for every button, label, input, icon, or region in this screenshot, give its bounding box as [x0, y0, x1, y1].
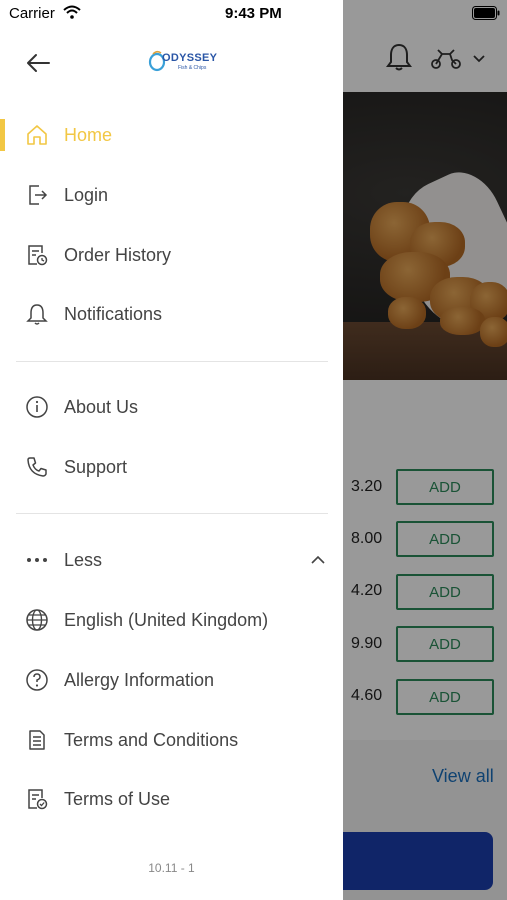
- menu-item-home[interactable]: Home: [0, 110, 343, 160]
- menu-item-order-history[interactable]: Order History: [0, 230, 343, 280]
- menu-item-label: About Us: [64, 396, 139, 417]
- battery-icon: [472, 6, 500, 20]
- menu-item-login[interactable]: Login: [0, 170, 343, 220]
- menu-item-about-us[interactable]: About Us: [0, 382, 343, 432]
- menu-item-label: Support: [64, 456, 128, 477]
- menu-item-language[interactable]: English (United Kingdom): [0, 595, 343, 645]
- clock: 9:43 PM: [225, 5, 282, 22]
- menu-item-label: Terms of Use: [64, 788, 171, 809]
- question-icon: [24, 667, 50, 693]
- home-icon: [24, 122, 50, 148]
- menu-item-label: English (United Kingdom): [64, 609, 269, 630]
- divider: [16, 513, 328, 514]
- menu-item-label: Home: [64, 124, 113, 145]
- menu-item-allergy-information[interactable]: Allergy Information: [0, 655, 343, 705]
- menu-item-label: Order History: [64, 244, 172, 265]
- menu-item-less-toggle[interactable]: Less: [0, 535, 343, 585]
- menu-item-label: Allergy Information: [64, 669, 215, 690]
- document-icon: [24, 727, 50, 753]
- logo-text: ODYSSEY: [162, 52, 218, 64]
- menu-item-label: Less: [64, 549, 103, 570]
- drawer-header: ODYSSEY Fish & Chips: [0, 30, 343, 100]
- wifi-icon: [63, 5, 81, 19]
- divider: [16, 361, 328, 362]
- brand-logo: ODYSSEY Fish & Chips: [148, 50, 218, 76]
- logo-subtext: Fish & Chips: [178, 65, 207, 71]
- status-bar: Carrier 9:43 PM: [0, 0, 507, 30]
- menu-item-terms-of-use[interactable]: Terms of Use: [0, 774, 343, 824]
- chevron-up-icon: [311, 555, 325, 564]
- menu-item-label: Notifications: [64, 303, 163, 324]
- menu-item-support[interactable]: Support: [0, 442, 343, 492]
- app-version: 10.11 - 1: [148, 861, 195, 875]
- globe-icon: [24, 607, 50, 633]
- menu-item-terms-and-conditions[interactable]: Terms and Conditions: [0, 715, 343, 765]
- menu-item-notifications[interactable]: Notifications: [0, 289, 343, 339]
- order-history-icon: [24, 242, 50, 268]
- phone-icon: [24, 454, 50, 480]
- menu-item-label: Terms and Conditions: [64, 729, 239, 750]
- back-button[interactable]: [20, 48, 56, 78]
- navigation-drawer: ODYSSEY Fish & Chips Home Login Order Hi…: [0, 0, 343, 900]
- info-icon: [24, 394, 50, 420]
- document-check-icon: [24, 786, 50, 812]
- more-dots-icon: [24, 547, 50, 573]
- menu-item-label: Login: [64, 184, 109, 205]
- bell-icon: [24, 301, 50, 327]
- carrier-label: Carrier: [9, 5, 55, 22]
- login-icon: [24, 182, 50, 208]
- arrow-left-icon: [27, 54, 50, 72]
